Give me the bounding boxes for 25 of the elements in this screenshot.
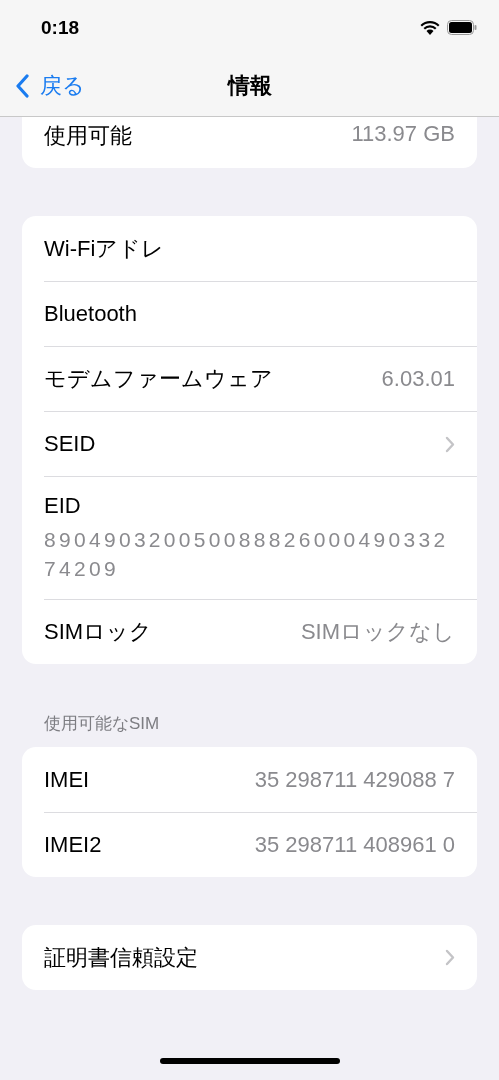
row-value: 89049032005008882600049033274209 xyxy=(44,526,450,582)
nav-title: 情報 xyxy=(227,71,272,100)
section-header: 使用可能なSIM xyxy=(43,713,161,735)
row-value: 35 298711 408961 0 xyxy=(254,832,455,858)
chevron-icon xyxy=(445,435,455,453)
row-label: EID xyxy=(44,492,81,519)
wifi-icon xyxy=(420,20,440,35)
row-label: モデムファームウェア xyxy=(44,365,273,393)
battery-icon xyxy=(447,20,477,35)
row-value: SIMロックなし xyxy=(300,618,455,646)
row-label[interactable]: SEID xyxy=(44,431,96,457)
row-label: 使用可能 xyxy=(44,122,132,150)
chevron-icon xyxy=(445,949,455,966)
back-button[interactable]: 戻る xyxy=(12,67,89,105)
row-label: SIMロック xyxy=(44,618,153,646)
row-label: Wi-Fiアドレ xyxy=(44,234,165,263)
status-time: 0:18 xyxy=(41,16,80,39)
row-label: Bluetooth xyxy=(44,301,137,327)
row-label: IMEI xyxy=(44,766,90,793)
row-label: IMEI2 xyxy=(44,832,102,858)
row-value: 35 298711 429088 7 xyxy=(254,766,455,793)
back-chevron-icon xyxy=(16,74,30,98)
row-value: 113.97 GB xyxy=(351,121,455,147)
row-label[interactable]: 証明書信頼設定 xyxy=(44,942,198,973)
row-value: 6.03.01 xyxy=(381,366,455,392)
